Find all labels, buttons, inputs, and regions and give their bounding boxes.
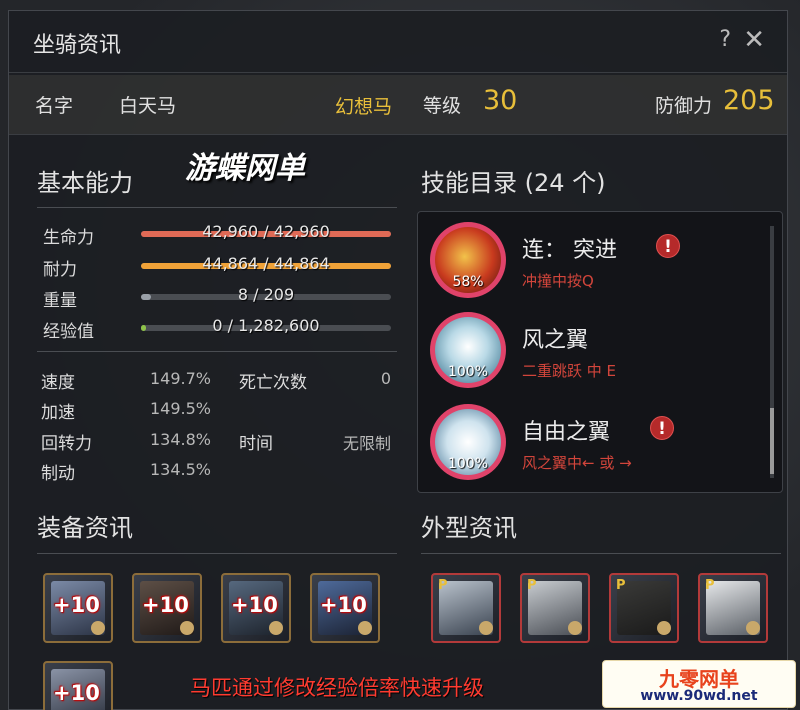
stat-value: 8 / 209 [237,285,295,304]
premium-badge: P [705,578,715,593]
stat-name: 经验值 [43,322,94,342]
stat-name: 耐力 [43,260,77,280]
skill-name: 自由之翼 [522,420,611,445]
equip-slot-stirrup[interactable]: +10 [221,573,291,643]
mount-type: 幻想马 [335,96,393,118]
enhance-level: +10 [53,681,100,705]
skill-key-hint: 二重跳跃 中 E [522,362,617,380]
skill-name: 连： 突进 [522,238,617,263]
item-grade-dot [269,621,283,635]
defense-label: 防御力 [655,95,713,117]
scrollbar-thumb[interactable] [770,408,774,474]
attr-speed-label: 速度 [41,373,75,393]
close-icon[interactable]: ✕ [743,25,765,55]
help-icon[interactable]: ? [719,27,731,52]
caption-text: 马匹通过修改经验倍率快速升级 [190,676,484,700]
premium-badge: P [438,578,448,593]
site-logo: 九零网单 www.90wd.net [602,660,796,708]
skill-list-title: 技能目录 (24 个) [421,169,606,197]
mount-info-window: 坐骑资讯 ? ✕ 名字 白天马 幻想马 等级 30 防御力 205 游蝶网单 基… [8,10,788,710]
item-grade-dot [657,621,671,635]
skill-item[interactable]: 100% 风之翼 二重跳跃 中 E [430,306,770,394]
name-label: 名字 [35,95,74,117]
skill-list: 58% 连： 突进 ! 冲撞中按Q 100% 风之翼 二重跳跃 中 E 100%… [417,211,783,493]
appearance-title: 外型资讯 [421,514,517,542]
time-value: 无限制 [342,434,391,453]
skill-item[interactable]: 58% 连： 突进 ! 冲撞中按Q [430,216,770,304]
equip-slot-horseshoe[interactable]: +10 [310,573,380,643]
attr-brake-label: 制动 [41,464,75,484]
stat-value: 0 / 1,282,600 [212,316,320,335]
skill-name: 风之翼 [522,328,589,353]
item-grade-dot [358,621,372,635]
premium-badge: P [527,578,537,593]
attr-turning-value: 134.8% [149,430,211,449]
divider [37,553,397,554]
defense-value: 205 [723,85,775,116]
item-grade-dot [180,621,194,635]
enhance-level: +10 [231,593,278,617]
death-count-label: 死亡次数 [239,373,307,393]
skill-progress: 100% [447,364,489,380]
stat-name: 重量 [43,291,77,311]
appearance-slot-stirrup[interactable]: P [609,573,679,643]
stat-stamina: 耐力 44,864 / 44,864 [39,251,399,280]
enhance-level: +10 [53,593,100,617]
equip-slot-armor[interactable]: +10 [43,573,113,643]
item-grade-dot [91,621,105,635]
stat-exp: 经验值 0 / 1,282,600 [39,313,399,342]
appearance-slot-saddle[interactable]: P [520,573,590,643]
stat-value: 44,864 / 44,864 [202,254,330,273]
warning-icon: ! [656,234,680,258]
level-label: 等级 [423,95,462,117]
equipment-title: 装备资讯 [37,514,133,542]
stat-weight: 重量 8 / 209 [39,282,399,311]
enhance-level: +10 [142,593,189,617]
divider [37,351,397,352]
title-bar: 坐骑资讯 ? ✕ [9,11,787,73]
level-value: 30 [483,85,518,116]
stat-hp: 生命力 42,960 / 42,960 [39,219,399,248]
window-title: 坐骑资讯 [33,33,122,58]
mount-summary-bar: 名字 白天马 幻想马 等级 30 防御力 205 [9,75,787,135]
basic-abilities-title: 基本能力 [37,169,133,197]
item-grade-dot [746,621,760,635]
attr-turning-label: 回转力 [41,434,92,454]
site-url: www.90wd.net [640,688,758,704]
divider [37,207,397,208]
item-grade-dot [479,621,493,635]
skill-key-hint: 风之翼中← 或 → [522,454,632,472]
skill-key-hint: 冲撞中按Q [522,272,594,290]
appearance-slot-barding[interactable]: P [431,573,501,643]
warning-icon: ! [650,416,674,440]
item-grade-dot [568,621,582,635]
attr-brake-value: 134.5% [149,460,211,479]
skill-progress: 58% [452,274,484,290]
equip-slot-extra[interactable]: +10 [43,661,113,710]
time-label: 时间 [239,434,273,454]
mount-name: 白天马 [119,95,177,117]
attr-speed-value: 149.7% [149,369,211,388]
attr-accel-label: 加速 [41,403,75,423]
stat-name: 生命力 [43,228,94,248]
skill-item[interactable]: 100% 自由之翼 ! 风之翼中← 或 → [430,398,770,486]
enhance-level: +10 [320,593,367,617]
attr-accel-value: 149.5% [149,399,211,418]
equip-slot-saddle[interactable]: +10 [132,573,202,643]
appearance-slot-mask[interactable]: P [698,573,768,643]
death-count-value: 0 [380,369,391,388]
skill-progress: 100% [447,456,489,472]
stat-value: 42,960 / 42,960 [202,222,330,241]
watermark-text: 游蝶网单 [185,151,305,186]
divider [421,553,781,554]
premium-badge: P [616,578,626,593]
